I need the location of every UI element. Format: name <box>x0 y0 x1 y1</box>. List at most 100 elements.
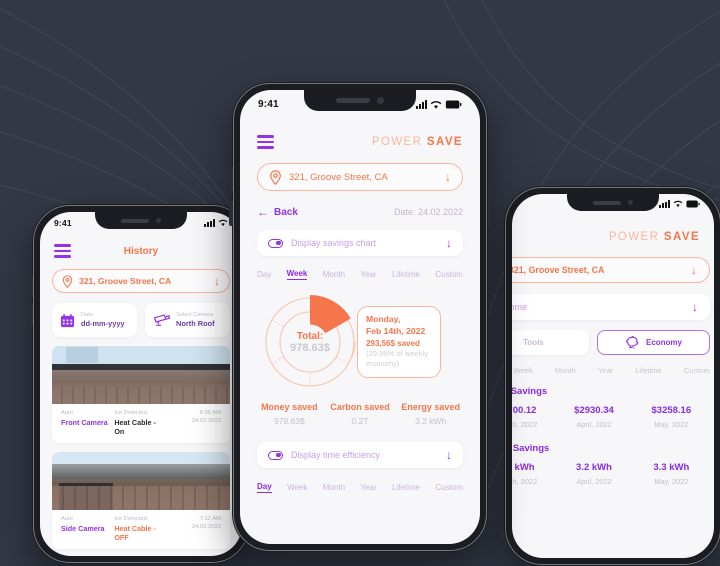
tab-week[interactable]: Week <box>287 483 307 492</box>
home-selector[interactable]: My home ↓ <box>512 294 710 320</box>
notch <box>304 90 416 111</box>
hamburger-menu-icon[interactable] <box>54 244 71 258</box>
arrow-down-icon[interactable]: ↓ <box>446 237 452 249</box>
money-savings-title: Money Savings <box>512 386 548 397</box>
savings-donut-chart: Total: 978.63$ Monday, Feb 14th, 2022 29… <box>240 284 480 396</box>
speaker-grille-icon <box>121 218 149 223</box>
left-address-input[interactable]: 321, Groove Street, CA ↓ <box>52 269 230 293</box>
home-selector-label: My home <box>512 302 528 312</box>
history-item[interactable]: Auto Front Camera Ice Detected Heat Cabl… <box>52 346 230 443</box>
hamburger-menu-icon[interactable] <box>257 135 274 149</box>
volume-up-button[interactable] <box>229 166 233 192</box>
history-time: 7:12 AM 24.02.2022 <box>191 516 221 530</box>
toggle-switch-icon[interactable] <box>268 238 283 248</box>
arrow-down-icon[interactable]: ↓ <box>214 275 220 287</box>
tab-week[interactable]: Week <box>514 366 533 375</box>
history-item[interactable]: Auto Side Camera Ice Detected Heat Cable… <box>52 452 230 549</box>
history-time: 6:35 AM 24.02.2022 <box>191 410 221 424</box>
right-address-value: 321, Groove Street, CA <box>512 265 605 275</box>
back-and-date-row: ← Back Date: 24.02.2022 <box>240 206 480 218</box>
date-field-value: dd-mm-yyyy <box>81 319 125 328</box>
back-label: Back <box>274 206 298 218</box>
history-meta: Auto Front Camera Ice Detected Heat Cabl… <box>52 404 230 443</box>
segment-economy-label: Economy <box>645 338 682 347</box>
tab-month[interactable]: Month <box>555 366 576 375</box>
date-field[interactable]: Date dd-mm-yyyy <box>52 303 137 337</box>
left-address-value: 321, Groove Street, CA <box>79 276 172 286</box>
camera-field-label: Select Camera <box>176 312 213 318</box>
right-screen: POWER SAVE 321, Groove Street, CA ↓ My h… <box>512 194 714 558</box>
volume-down-button[interactable] <box>229 200 233 226</box>
tab-custom[interactable]: Custom <box>435 270 463 279</box>
front-camera-icon <box>156 218 161 223</box>
tab-custom[interactable]: Custom <box>435 483 463 492</box>
tab-year[interactable]: Year <box>360 270 376 279</box>
stat-energy-saved: Energy saved 3.2 kWh <box>401 402 460 426</box>
battery-full-icon <box>686 200 700 208</box>
center-header: POWER SAVE <box>240 132 480 152</box>
history-meta: Auto Side Camera Ice Detected Heat Cable… <box>52 510 230 549</box>
tooltip-saved: 293,56$ saved <box>366 339 420 349</box>
map-pin-icon <box>270 169 281 185</box>
money-cell: $2700.12 March, 2022 <box>512 405 538 429</box>
money-cell: $3258.16 May, 2022 <box>651 405 692 429</box>
right-period-tabs: Day Week Month Year Lifetime Custom <box>512 366 710 375</box>
left-phone-history: 9:41 History 321, Groove Street, CA ↓ Da… <box>30 204 250 564</box>
time-period-tabs: Day Week Month Year Lifetime Custom <box>240 482 480 493</box>
tab-lifetime[interactable]: Lifetime <box>635 366 662 375</box>
arrow-left-icon: ← <box>257 205 269 219</box>
donut-svg <box>254 286 366 403</box>
tab-month[interactable]: Month <box>323 483 345 492</box>
history-event: Ice Detected Heat Cable - On <box>114 410 156 436</box>
history-event: Ice Detected Heat Cable - OFF <box>114 516 156 542</box>
piggy-bank-icon <box>626 336 639 349</box>
arrow-down-icon[interactable]: ↓ <box>691 264 697 276</box>
tooltip-percent: (29,99% of weekly economy) <box>366 349 429 369</box>
left-filter-fields: Date dd-mm-yyyy Select Camera North Roof <box>52 303 230 337</box>
tab-day[interactable]: Day <box>257 482 272 493</box>
camera-field[interactable]: Select Camera North Roof <box>145 303 230 337</box>
right-address-input[interactable]: 321, Groove Street, CA ↓ <box>512 257 710 283</box>
tab-week[interactable]: Week <box>286 269 308 280</box>
savings-stats-row: Money saved 978.63$ Carbon saved 0.2T En… <box>240 402 480 426</box>
tab-day[interactable]: Day <box>257 270 271 279</box>
left-screen: 9:41 History 321, Groove Street, CA ↓ Da… <box>40 212 242 556</box>
notch <box>95 212 187 229</box>
status-icons <box>659 200 700 208</box>
segment-tools[interactable]: Tools <box>512 330 589 355</box>
calendar-icon <box>60 313 75 327</box>
tab-custom[interactable]: Custom <box>684 366 710 375</box>
app-logo: POWER SAVE <box>608 231 700 243</box>
camera-field-value: North Roof <box>176 319 215 328</box>
speaker-grille-icon <box>336 98 371 103</box>
tab-lifetime[interactable]: Lifetime <box>392 483 420 492</box>
toggle-switch-icon[interactable] <box>268 450 283 460</box>
segment-economy[interactable]: Economy <box>597 330 710 355</box>
battery-full-icon <box>445 100 462 109</box>
savings-chart-toggle-card[interactable]: Display savings chart ↓ <box>257 230 463 256</box>
volume-down-button[interactable] <box>30 304 33 326</box>
front-camera-icon <box>628 200 633 205</box>
history-photo <box>52 452 230 510</box>
speaker-grille-icon <box>593 200 621 205</box>
tab-lifetime[interactable]: Lifetime <box>392 270 420 279</box>
map-pin-icon <box>62 274 73 288</box>
back-button[interactable]: ← Back <box>257 206 298 218</box>
time-efficiency-toggle-card[interactable]: Display time efficiency ↓ <box>257 442 463 468</box>
volume-up-button[interactable] <box>30 276 33 298</box>
tab-year[interactable]: Year <box>360 483 376 492</box>
arrow-down-icon[interactable]: ↓ <box>446 449 452 461</box>
tooltip-day: Monday, <box>366 314 401 324</box>
front-camera-icon <box>377 97 384 104</box>
arrow-down-icon[interactable]: ↓ <box>692 301 698 313</box>
center-address-input[interactable]: 321, Groove Street, CA ↓ <box>257 163 463 191</box>
date-field-label: Date <box>81 312 93 318</box>
date-label: Date: 24.02.2022 <box>393 207 463 217</box>
donut-tooltip: Monday, Feb 14th, 2022 293,56$ saved (29… <box>357 306 441 378</box>
arrow-down-icon[interactable]: ↓ <box>445 171 451 183</box>
power-button[interactable] <box>487 186 491 226</box>
left-header: History <box>40 242 242 260</box>
status-icons <box>204 219 228 227</box>
tab-month[interactable]: Month <box>323 270 345 279</box>
tab-year[interactable]: Year <box>598 366 613 375</box>
